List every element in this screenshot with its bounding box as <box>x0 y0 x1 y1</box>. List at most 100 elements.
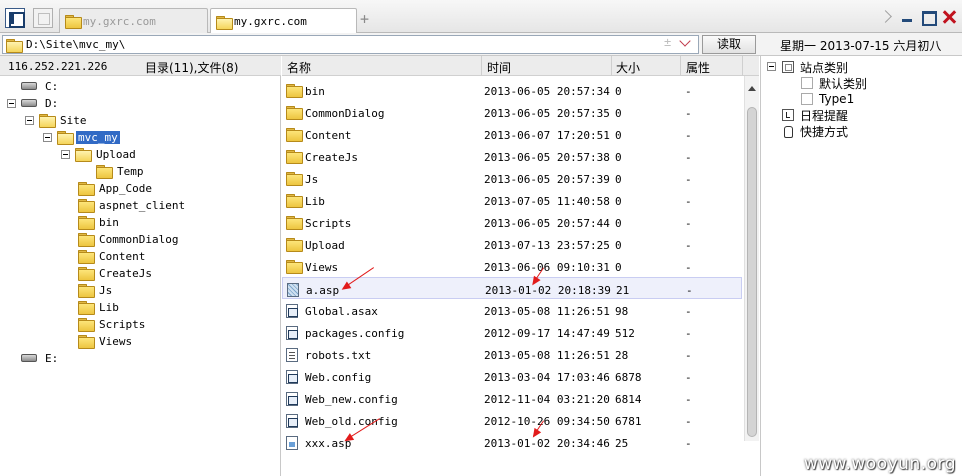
file-row[interactable]: robots.txt 2013-05-08 11:26:51 28 - <box>282 343 742 365</box>
file-row[interactable]: Scripts 2013-06-05 20:57:44 0 - <box>282 211 742 233</box>
file-row[interactable]: CreateJs 2013-06-05 20:57:38 0 - <box>282 145 742 167</box>
sidebar-item-label: 日程提醒 <box>800 108 849 123</box>
folder-icon <box>78 267 95 281</box>
file-row[interactable]: Global.asax 2013-05-08 11:26:51 98 - <box>282 299 742 321</box>
scroll-thumb[interactable] <box>747 107 757 437</box>
left-panel-header: 116.252.221.226 目录(11),文件(8) <box>0 56 281 76</box>
file-list-header: 名称 时间 大小 属性 <box>282 56 759 76</box>
collapse-icon[interactable] <box>61 149 70 159</box>
file-row[interactable]: packages.config 2012-09-17 14:47:49 512 - <box>282 321 742 343</box>
tree-node-label: E: <box>45 351 59 365</box>
tree-node-label: Site <box>60 113 87 127</box>
sidebar-item[interactable]: 日程提醒 <box>782 107 848 123</box>
minimize-button[interactable] <box>900 10 914 24</box>
plus-minus-icon[interactable]: ± <box>664 35 671 49</box>
folder-icon <box>78 318 95 332</box>
tree-node[interactable]: Views <box>78 333 134 349</box>
file-row[interactable]: Web.config 2013-03-04 17:03:46 6878 - <box>282 365 742 387</box>
file-row[interactable]: Content 2013-06-07 17:20:51 0 - <box>282 123 742 145</box>
read-button[interactable]: 读取 <box>702 35 756 54</box>
tree-node[interactable]: Js <box>78 282 114 298</box>
tab-active[interactable]: my.gxrc.com <box>210 8 357 34</box>
file-size: 21 <box>616 284 630 297</box>
file-row[interactable]: Upload 2013-07-13 23:57:25 0 - <box>282 233 742 255</box>
tree-node-label: Scripts <box>99 317 146 331</box>
sidebar-item[interactable]: Type1 <box>801 91 854 107</box>
file-name: Web_new.config <box>305 393 398 406</box>
new-tab-icon[interactable]: + <box>360 10 369 28</box>
file-name: CreateJs <box>305 151 358 164</box>
date-label: 星期一 2013-07-15 六月初八 <box>780 39 942 53</box>
server-ip: 116.252.221.226 <box>8 60 108 73</box>
tree-node[interactable]: mvc_my <box>43 129 120 145</box>
folder-icon <box>78 216 95 230</box>
tree-node[interactable]: App_Code <box>78 180 154 196</box>
file-row[interactable]: Views 2013-06-06 09:10:31 0 - <box>282 255 742 277</box>
config-file-icon <box>286 392 298 406</box>
maximize-button[interactable] <box>921 10 937 26</box>
sidebar-item-label: 站点类别 <box>800 60 849 75</box>
sidebar-item[interactable]: 快捷方式 <box>782 123 848 139</box>
tree-node[interactable]: Site <box>25 112 89 128</box>
tree-node[interactable]: Upload <box>61 146 138 162</box>
file-name: CommonDialog <box>305 107 385 120</box>
tree-node[interactable]: CreateJs <box>78 265 154 281</box>
column-time[interactable]: 时间 <box>487 59 511 76</box>
collapse-icon[interactable] <box>43 132 52 142</box>
collapse-icon[interactable] <box>7 98 16 108</box>
file-attr: - <box>685 261 692 274</box>
file-row[interactable]: Js 2013-06-05 20:57:39 0 - <box>282 167 742 189</box>
file-row[interactable]: CommonDialog 2013-06-05 20:57:35 0 - <box>282 101 742 123</box>
panel-toggle-button[interactable] <box>5 8 25 28</box>
file-name: Content <box>305 129 352 142</box>
tree-node[interactable]: E: <box>7 350 60 366</box>
collapse-icon[interactable] <box>25 115 34 125</box>
file-name: Js <box>305 173 319 186</box>
close-button[interactable] <box>942 10 956 24</box>
file-time: 2012-09-17 14:47:49 <box>484 327 610 340</box>
sidebar-item[interactable]: 站点类别 <box>782 59 848 75</box>
category-icon <box>782 61 794 73</box>
tree-node[interactable]: Content <box>78 248 147 264</box>
file-row[interactable]: Web_new.config 2012-11-04 03:21:20 6814 - <box>282 387 742 409</box>
tree-node[interactable]: C: <box>7 78 60 94</box>
sidebar-item-label: 快捷方式 <box>800 124 849 139</box>
drive-icon <box>21 354 37 362</box>
file-attr: - <box>685 239 692 252</box>
watermark: www.wooyun.org <box>803 454 956 474</box>
address-input[interactable]: D:\Site\mvc_my\ <box>2 35 699 54</box>
sidebar-item[interactable]: 默认类别 <box>801 75 867 91</box>
file-name: Lib <box>305 195 325 208</box>
file-time: 2013-07-05 11:40:58 <box>484 195 610 208</box>
tree-node[interactable]: Lib <box>78 299 121 315</box>
folder-icon <box>286 194 303 208</box>
tree-node[interactable]: aspnet_client <box>78 197 187 213</box>
folder-open-icon <box>39 114 56 128</box>
scroll-up-icon[interactable] <box>748 86 756 91</box>
vertical-scrollbar[interactable] <box>744 76 759 441</box>
config-file-icon <box>286 326 298 340</box>
tab-inactive[interactable]: my.gxrc.com <box>59 8 208 33</box>
file-row[interactable]: bin 2013-06-05 20:57:34 0 - <box>282 79 742 101</box>
column-name[interactable]: 名称 <box>287 59 311 76</box>
column-size[interactable]: 大小 <box>616 59 640 76</box>
tree-node[interactable]: CommonDialog <box>78 231 180 247</box>
collapse-icon[interactable] <box>767 62 776 71</box>
tree-node[interactable]: Temp <box>96 163 146 179</box>
folder-icon <box>78 182 95 196</box>
tree-node[interactable]: bin <box>78 214 121 230</box>
file-size: 6814 <box>615 393 642 406</box>
tree-node-label: Js <box>99 283 113 297</box>
category-leaf-icon <box>801 93 813 105</box>
tree-node[interactable]: Scripts <box>78 316 147 332</box>
column-attr[interactable]: 属性 <box>686 59 710 76</box>
folder-icon <box>96 165 113 179</box>
file-row[interactable]: Lib 2013-07-05 11:40:58 0 - <box>282 189 742 211</box>
file-time: 2012-11-04 03:21:20 <box>484 393 610 406</box>
folder-icon <box>78 284 95 298</box>
file-time: 2013-06-05 20:57:39 <box>484 173 610 186</box>
tree-node[interactable]: D: <box>7 95 60 111</box>
chevron-right-icon[interactable] <box>879 10 893 24</box>
file-row[interactable]: Web_old.config 2012-10-26 09:34:50 6781 - <box>282 409 742 431</box>
blank-tab-button[interactable] <box>33 8 53 28</box>
